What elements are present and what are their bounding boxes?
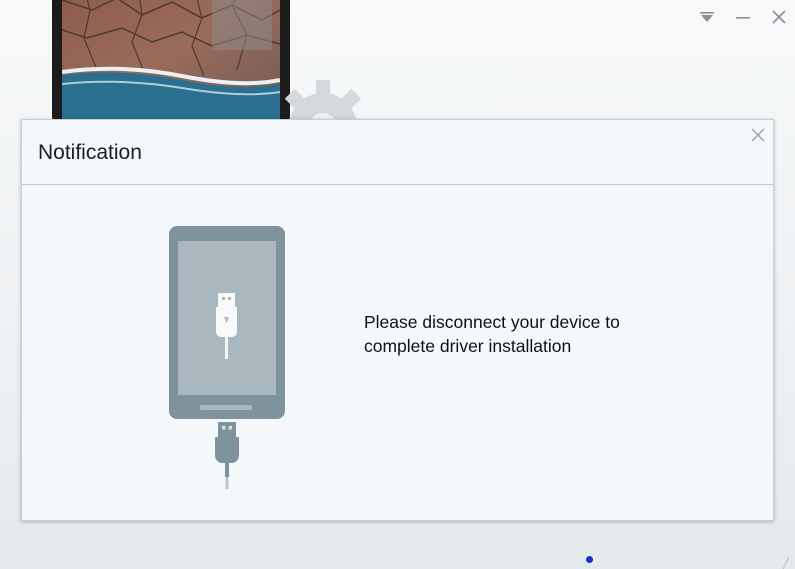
notification-dialog: Notification Please disconnect your devi… [21,119,774,521]
message-line-1: Please disconnect your device to [364,312,620,332]
corner-mark-icon [782,556,790,569]
close-icon[interactable] [749,126,767,144]
message-line-2: complete driver installation [364,336,572,356]
dialog-header: Notification [22,120,773,185]
phone-wallpaper-image [62,0,280,120]
window-close-icon[interactable] [769,8,789,26]
phone-usb-disconnect-icon [169,226,285,489]
background-phone-image [52,0,290,130]
dropdown-menu-icon[interactable] [697,8,717,26]
pager-dot-indicator[interactable] [586,556,593,563]
dialog-message: Please disconnect your device to complet… [364,310,694,358]
window-controls [697,8,789,26]
minimize-icon[interactable] [733,8,753,26]
dialog-body: Please disconnect your device to complet… [22,185,773,520]
dialog-title: Notification [38,141,142,164]
